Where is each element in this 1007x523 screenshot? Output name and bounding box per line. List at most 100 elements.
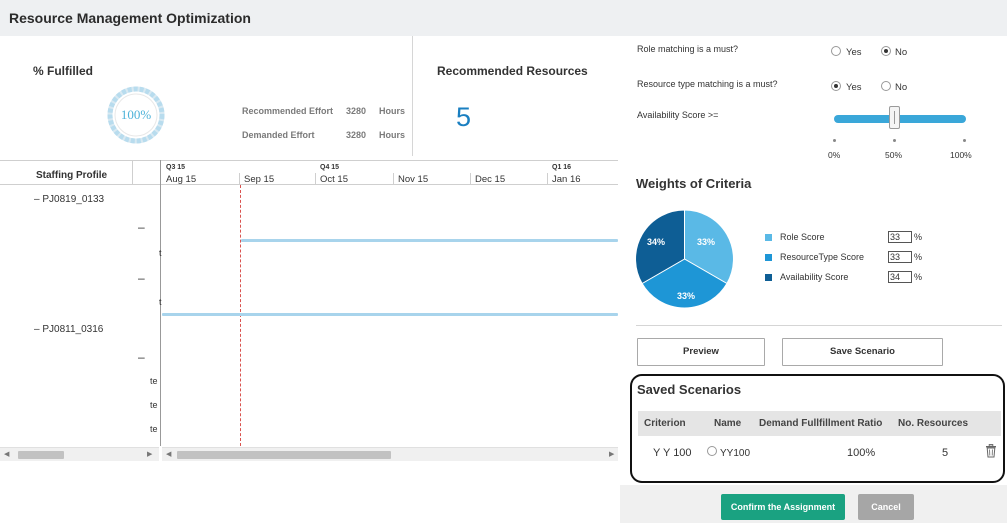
- profile-horizontal-scrollbar[interactable]: ◀ ▶: [0, 447, 159, 461]
- section-divider: [636, 325, 1002, 326]
- type-match-no-radio[interactable]: [881, 81, 891, 91]
- slider-tick-dot: [833, 139, 836, 142]
- slider-tick-label: 0%: [828, 150, 841, 160]
- role-match-yes-radio[interactable]: [831, 46, 841, 56]
- resourcetype-score-input[interactable]: [888, 251, 912, 263]
- profile-row[interactable]: – PJ0811_0316: [34, 324, 103, 335]
- recommended-resources-title: Recommended Resources: [437, 64, 588, 78]
- profile-row[interactable]: – PJ0819_0133: [34, 194, 104, 205]
- availability-label: Availability Score >=: [637, 110, 719, 120]
- month-tick: [315, 173, 316, 184]
- gantt-top-border: [0, 160, 618, 161]
- legend-resourcetype-label: ResourceType Score: [780, 252, 865, 262]
- legend-swatch-role: [765, 234, 772, 241]
- summary-divider: [412, 36, 413, 156]
- scrollbar-thumb[interactable]: [177, 451, 391, 459]
- truncated-row-text: t: [159, 297, 162, 307]
- staffing-gantt: Staffing Profile Q3 15 Q4 15 Q1 16 Aug 1…: [0, 160, 618, 495]
- radio-label: No: [895, 47, 908, 58]
- row-criterion: Y Y 100: [653, 447, 692, 459]
- collapse-toggle[interactable]: –: [138, 220, 145, 234]
- collapse-toggle[interactable]: –: [138, 350, 145, 364]
- confirm-assignment-button[interactable]: Confirm the Assignment: [721, 494, 845, 520]
- scroll-right-icon[interactable]: ▶: [609, 448, 614, 462]
- collapse-toggle[interactable]: –: [138, 271, 145, 285]
- month-label: Dec 15: [475, 174, 506, 185]
- type-match-label: Resource type matching is a must?: [637, 79, 778, 89]
- quarter-label: Q1 16: [552, 164, 572, 171]
- gantt-header-border: [0, 184, 618, 185]
- right-panel: Role matching is a must? Yes No Resource…: [620, 36, 1007, 523]
- type-match-yes-radio[interactable]: [831, 81, 841, 91]
- truncated-row-text: te: [150, 400, 158, 410]
- demanded-effort-label: Demanded Effort: [242, 130, 315, 140]
- trash-icon[interactable]: [985, 444, 997, 458]
- left-panel: % Fulfilled 100% Recommended Effort 3280…: [0, 36, 618, 523]
- month-label: Aug 15: [166, 174, 197, 185]
- collapse-toggle[interactable]: –: [34, 324, 40, 335]
- cancel-button[interactable]: Cancel: [858, 494, 914, 520]
- preview-button[interactable]: Preview: [637, 338, 765, 366]
- pie-label-role: 33%: [697, 237, 715, 247]
- scroll-right-icon[interactable]: ▶: [147, 448, 152, 462]
- fulfilled-title: % Fulfilled: [33, 64, 93, 78]
- collapse-toggle[interactable]: –: [34, 194, 40, 205]
- col-resources: No. Resources: [898, 418, 969, 429]
- month-tick: [547, 173, 548, 184]
- col-name: Name: [714, 418, 742, 429]
- gantt-bar[interactable]: [241, 239, 618, 242]
- availability-slider-track[interactable]: [834, 115, 966, 123]
- month-tick: [393, 173, 394, 184]
- fulfilled-percent-value: 100%: [120, 107, 152, 122]
- month-tick: [470, 173, 471, 184]
- slider-tick-dot: [963, 139, 966, 142]
- truncated-row-text: te: [150, 376, 158, 386]
- gantt-bar[interactable]: [162, 313, 618, 316]
- availability-score-input[interactable]: [888, 271, 912, 283]
- save-scenario-button[interactable]: Save Scenario: [782, 338, 943, 366]
- slider-tick-label: 100%: [950, 150, 972, 160]
- quarter-label: Q4 15: [320, 164, 340, 171]
- legend-role-label: Role Score: [780, 232, 825, 242]
- row-resources: 5: [942, 447, 949, 459]
- row-ratio: 100%: [847, 447, 876, 459]
- top-bar: Resource Management Optimization: [0, 0, 1007, 36]
- recommended-effort-unit: Hours: [379, 106, 406, 116]
- demanded-effort-unit: Hours: [379, 130, 406, 140]
- legend-availability-label: Availability Score: [780, 272, 849, 282]
- scenario-select-radio[interactable]: [707, 446, 717, 456]
- role-score-input[interactable]: [888, 231, 912, 243]
- month-label: Sep 15: [244, 174, 275, 185]
- profile-label: PJ0811_0316: [42, 324, 104, 335]
- action-footer: Confirm the Assignment Cancel: [620, 485, 1007, 523]
- weights-title: Weights of Criteria: [636, 176, 752, 191]
- role-match-no-radio[interactable]: [881, 46, 891, 56]
- month-tick: [239, 173, 240, 184]
- percent-sign: %: [914, 232, 923, 242]
- timeline-horizontal-scrollbar[interactable]: ◀ ▶: [162, 447, 618, 461]
- pie-label-resourcetype: 33%: [677, 291, 695, 301]
- page-title: Resource Management Optimization: [9, 10, 251, 26]
- recommended-effort-label: Recommended Effort: [242, 106, 334, 116]
- scrollbar-thumb[interactable]: [18, 451, 64, 459]
- radio-label: Yes: [846, 82, 862, 93]
- col-criterion: Criterion: [644, 418, 686, 429]
- slider-tick-label: 50%: [885, 150, 903, 160]
- availability-slider-handle[interactable]: [889, 106, 900, 129]
- col-ratio: Demand Fullfillment Ratio: [759, 418, 883, 429]
- radio-label: No: [895, 82, 908, 93]
- profile-label: PJ0819_0133: [42, 194, 105, 205]
- row-name: YY100: [720, 448, 751, 459]
- saved-scenarios-title: Saved Scenarios: [637, 382, 742, 397]
- percent-sign: %: [914, 252, 923, 262]
- percent-sign: %: [914, 272, 923, 282]
- weights-pie-chart: 33% 33% 34%: [636, 209, 733, 309]
- scroll-left-icon[interactable]: ◀: [4, 448, 9, 462]
- role-match-label: Role matching is a must?: [637, 44, 739, 54]
- radio-label: Yes: [846, 47, 862, 58]
- legend-swatch-availability: [765, 274, 772, 281]
- recommended-effort-value: 3280: [346, 106, 367, 116]
- scroll-left-icon[interactable]: ◀: [166, 448, 171, 462]
- pie-label-availability: 34%: [647, 237, 665, 247]
- quarter-label: Q3 15: [166, 164, 186, 171]
